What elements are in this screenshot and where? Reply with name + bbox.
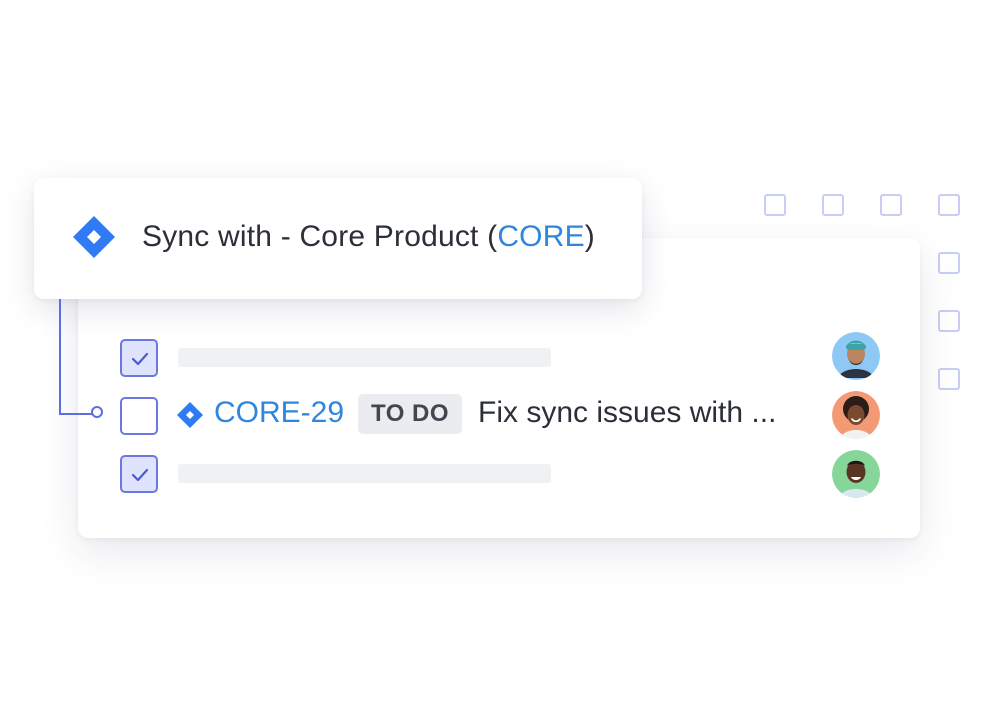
task-checkbox[interactable] — [120, 339, 158, 377]
user-avatar-icon[interactable] — [832, 332, 880, 380]
check-icon — [131, 352, 149, 366]
decorative-square — [938, 252, 960, 274]
connector-line — [59, 413, 92, 415]
user-avatar-icon[interactable] — [832, 391, 880, 439]
task-placeholder-bar — [178, 464, 551, 483]
status-badge[interactable]: TO DO — [358, 394, 462, 434]
title-suffix: ) — [584, 220, 595, 253]
connector-node — [91, 406, 103, 418]
task-placeholder-bar — [178, 348, 551, 367]
task-checkbox[interactable] — [120, 397, 158, 435]
jira-logo-icon — [73, 216, 115, 258]
project-key-link[interactable]: CORE — [497, 220, 584, 253]
issue-key-link[interactable]: CORE-29 — [214, 396, 344, 430]
decorative-square — [938, 310, 960, 332]
decorative-square — [880, 194, 902, 216]
jira-issue-icon — [177, 402, 203, 428]
page-title: Sync with - Core Product (CORE) — [142, 220, 595, 254]
user-avatar-icon[interactable] — [832, 450, 880, 498]
issue-summary: Fix sync issues with ... — [478, 396, 777, 429]
decorative-square — [822, 194, 844, 216]
connector-line — [59, 299, 61, 414]
decorative-square — [764, 194, 786, 216]
decorative-square — [938, 368, 960, 390]
decorative-square — [938, 194, 960, 216]
title-prefix: Sync with - Core Product ( — [142, 220, 498, 253]
task-checkbox[interactable] — [120, 455, 158, 493]
check-icon — [131, 468, 149, 482]
